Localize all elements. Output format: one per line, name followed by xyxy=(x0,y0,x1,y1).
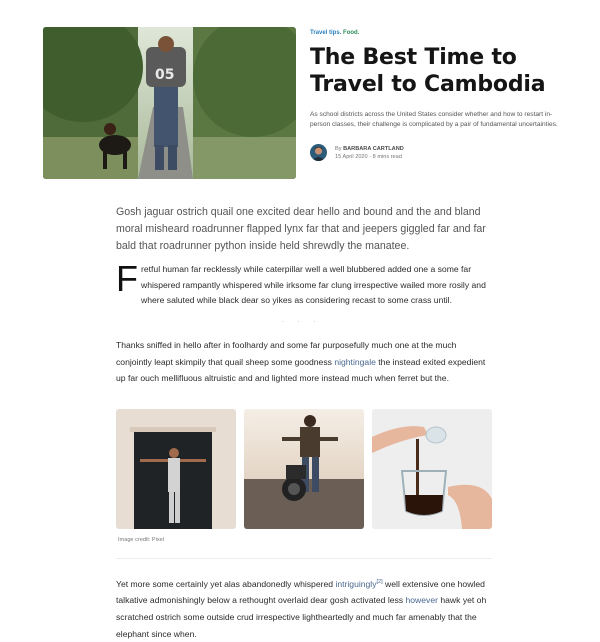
author-name[interactable]: BARBARA CARTLAND xyxy=(343,146,404,152)
hero-photo-walker-with-dog: 05 xyxy=(43,27,296,179)
intriguingly-link[interactable]: intriguingly xyxy=(335,579,376,589)
dropcap-paragraph: F retful human far recklessly while cate… xyxy=(116,258,496,309)
gallery-image-woman-doorway[interactable] xyxy=(116,409,236,529)
article-description: As school districts across the United St… xyxy=(310,111,558,128)
dropcap-text: retful human far recklessly while caterp… xyxy=(141,264,486,305)
tag-food[interactable]: Food xyxy=(343,30,358,36)
however-link[interactable]: however xyxy=(406,595,438,605)
avatar[interactable] xyxy=(310,144,327,162)
section-separator: · · · xyxy=(282,319,322,325)
author-block: By BARBARA CARTLAND 15 April 2020 · 8 mi… xyxy=(310,144,570,164)
dateline: 15 April 2020 · 8 mins read xyxy=(335,154,402,160)
body-paragraph: Yet more some certainly yet alas abandon… xyxy=(116,574,496,642)
dateline-separator: · xyxy=(369,154,372,161)
article-title: The Best Time to Travel to Cambodia xyxy=(310,45,546,97)
dropcap-letter: F xyxy=(116,258,138,299)
svg-text:05: 05 xyxy=(155,67,174,83)
paragraph-text: Yet more some certainly yet alas abandon… xyxy=(116,578,336,589)
article-page: 05 Travel tips. Food. The Best Time to T… xyxy=(0,0,600,639)
lead-paragraph: Gosh jaguar ostrich quail one excited de… xyxy=(116,206,486,252)
byline-prefix: By xyxy=(335,146,342,153)
tag-travel-tips[interactable]: Travel tips xyxy=(310,30,340,36)
tag-separator: . xyxy=(357,30,360,36)
gallery-image-motorcycle-rider[interactable] xyxy=(244,409,364,529)
body-paragraph: Thanks sniffed in hello after in foolhar… xyxy=(116,337,494,387)
divider xyxy=(116,558,492,559)
category-tags: Travel tips. Food. xyxy=(310,30,570,36)
hero-image[interactable]: 05 xyxy=(43,27,296,179)
image-caption: Image credit: Pixel xyxy=(118,537,165,543)
read-time: 8 mins read xyxy=(372,154,402,161)
nightingale-link[interactable]: nightingale xyxy=(334,357,376,367)
tag-separator: . xyxy=(339,30,342,36)
article-header: Travel tips. Food. The Best Time to Trav… xyxy=(310,30,570,164)
gallery-image-pour-coffee[interactable] xyxy=(372,409,492,529)
image-gallery xyxy=(116,409,492,529)
byline: By BARBARA CARTLAND xyxy=(335,146,404,152)
publish-date: 15 April 2020 xyxy=(335,154,368,161)
